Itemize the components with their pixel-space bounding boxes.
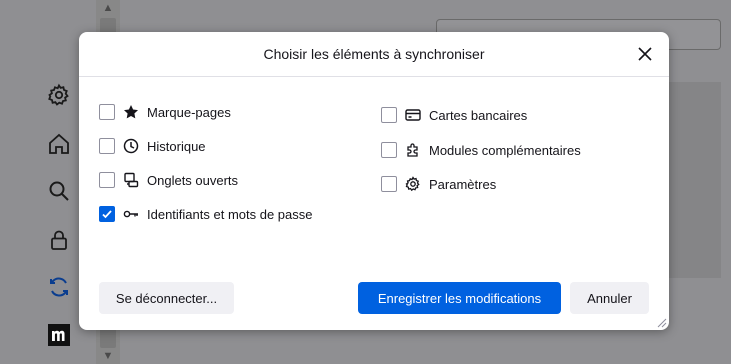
option-open-tabs[interactable]: Onglets ouverts [99,168,238,192]
clock-icon [123,138,139,154]
save-changes-button[interactable]: Enregistrer les modifications [358,282,561,314]
puzzle-icon [405,142,421,158]
gear-icon [405,176,421,192]
search-sidebar-icon [45,177,73,205]
option-history[interactable]: Historique [99,134,206,158]
option-addons[interactable]: Modules complémentaires [381,138,581,162]
key-icon [123,206,139,222]
scroll-down-icon: ▼ [102,350,114,362]
mozilla-logo-icon [45,321,73,349]
disconnect-button[interactable]: Se déconnecter... [99,282,234,314]
option-settings[interactable]: Paramètres [381,172,496,196]
credit-card-icon [405,107,421,123]
lock-sidebar-icon [45,226,73,254]
logins-checkbox[interactable] [99,206,115,222]
cancel-button[interactable]: Annuler [570,282,649,314]
credit-cards-label: Cartes bancaires [429,107,528,123]
sync-sidebar-icon [45,273,73,301]
credit-cards-checkbox[interactable] [381,107,397,123]
home-sidebar-icon [45,130,73,158]
resize-grip-icon[interactable] [655,316,667,328]
bookmarks-checkbox[interactable] [99,104,115,120]
checkmark-icon [102,210,112,219]
open-tabs-label: Onglets ouverts [147,172,239,188]
settings-checkbox[interactable] [381,176,397,192]
header-divider [79,76,669,77]
synced-tabs-icon [123,172,139,188]
settings-label: Paramètres [429,176,497,192]
addons-label: Modules complémentaires [429,142,581,158]
star-icon [123,104,139,120]
settings-sidebar-icon [45,81,73,109]
scroll-up-icon: ▲ [102,2,114,14]
open-tabs-checkbox[interactable] [99,172,115,188]
option-bookmarks[interactable]: Marque-pages [99,100,231,124]
option-logins[interactable]: Identifiants et mots de passe [99,202,312,226]
close-button[interactable] [633,42,657,66]
history-checkbox[interactable] [99,138,115,154]
history-label: Historique [147,138,206,154]
addons-checkbox[interactable] [381,142,397,158]
sync-choose-dialog: Choisir les éléments à synchroniser Marq… [79,32,669,330]
close-icon [638,47,652,61]
option-credit-cards[interactable]: Cartes bancaires [381,103,527,127]
bookmarks-label: Marque-pages [147,104,231,120]
dialog-title: Choisir les éléments à synchroniser [263,46,485,62]
logins-label: Identifiants et mots de passe [147,206,313,222]
